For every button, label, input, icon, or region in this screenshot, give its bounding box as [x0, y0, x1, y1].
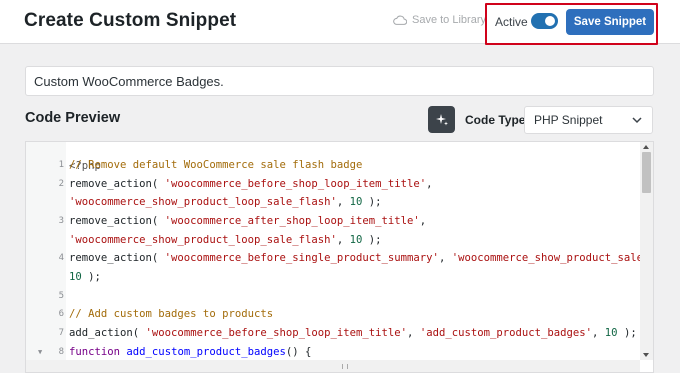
code-text: // Remove default WooCommerce sale flash… [69, 157, 362, 173]
code-token: // Remove default WooCommerce sale flash… [69, 159, 363, 171]
code-token: () { [285, 345, 312, 358]
code-text: // Add custom badges to products [69, 306, 273, 322]
code-text: 10 ); [69, 269, 101, 285]
code-token: ); [362, 196, 382, 209]
line-number: 6 [58, 309, 64, 320]
code-token: ); [617, 326, 637, 339]
line-number: 7 [58, 327, 64, 338]
code-token: 'woocommerce_show_product_loop_sale_flas… [69, 233, 337, 246]
code-line: 3 remove_action( 'woocommerce_after_shop_… [26, 213, 640, 229]
code-token: add_custom_product_badges [126, 345, 286, 358]
code-text: remove_action( 'woocommerce_before_shop_… [69, 176, 433, 192]
ai-generate-button[interactable] [428, 106, 455, 133]
code-line: 2 remove_action( 'woocommerce_before_shop… [26, 176, 640, 192]
code-text: remove_action( 'woocommerce_after_shop_l… [69, 213, 426, 229]
active-toggle[interactable] [531, 13, 558, 29]
code-token: 'woocommerce_before_shop_loop_item_title… [164, 177, 427, 190]
save-to-library-label: Save to Library [412, 14, 486, 26]
snippet-title-input[interactable]: Custom WooCommerce Badges. [25, 66, 654, 96]
cloud-icon [393, 15, 407, 25]
code-token: 10 [69, 270, 82, 283]
scroll-up-arrow[interactable] [643, 145, 649, 149]
vertical-scrollbar[interactable] [640, 142, 653, 360]
code-token: 'woocommerce_before_shop_loop_item_title… [145, 326, 408, 339]
code-token: , [438, 252, 452, 265]
code-token: remove_action( [69, 214, 165, 227]
line-number: 8 [58, 346, 64, 357]
code-token: , [426, 177, 433, 190]
code-type-select[interactable]: PHP Snippet [524, 106, 653, 134]
save-snippet-button[interactable]: Save Snippet [566, 9, 654, 35]
code-type-label: Code Type [465, 113, 526, 127]
code-token: 10 [349, 196, 363, 209]
code-token: 'woocommerce_show_product_loop_sale_flas… [69, 196, 337, 209]
code-token: ); [81, 270, 101, 283]
sparkle-icon [435, 113, 448, 125]
code-token: 'woocommerce_before_single_product_summa… [164, 252, 439, 265]
code-line: ▼ 8 function add_custom_product_badges() { [26, 344, 640, 360]
code-token: 'woocommerce_show_product_sale_flash' [451, 252, 654, 265]
code-line: 1 // Remove default WooCommerce sale flas… [26, 157, 640, 173]
save-to-library-button[interactable]: Save to Library [393, 14, 486, 26]
code-token: , [407, 326, 420, 339]
code-line: 7 add_action( 'woocommerce_before_shop_lo… [26, 325, 640, 341]
code-type-value: PHP Snippet [534, 113, 603, 127]
code-text: add_action( 'woocommerce_before_shop_loo… [69, 325, 637, 341]
code-token: 10 [604, 326, 618, 339]
code-text: function add_custom_product_badges() { [69, 344, 311, 360]
chevron-down-icon [632, 117, 642, 124]
line-number: 3 [58, 215, 64, 226]
toggle-knob [545, 16, 555, 26]
editor-resize-handle[interactable] [26, 360, 640, 372]
code-line: 5 [26, 288, 640, 304]
code-text: remove_action( 'woocommerce_before_singl… [69, 250, 654, 266]
code-line: 'woocommerce_show_product_loop_sale_flas… [26, 232, 640, 248]
line-number: 5 [58, 290, 64, 301]
code-token: remove_action( [69, 177, 165, 190]
code-token: , [419, 214, 427, 227]
active-label: Active [495, 15, 528, 29]
code-token: 'add_custom_product_badges' [419, 326, 593, 339]
resize-grip-icon [342, 364, 348, 369]
code-token: add_action( [69, 326, 146, 339]
code-line: 'woocommerce_show_product_loop_sale_flas… [26, 194, 640, 210]
page-title: Create Custom Snippet [24, 10, 237, 31]
code-line: 4 remove_action( 'woocommerce_before_sing… [26, 250, 653, 266]
code-token: , [336, 196, 350, 209]
php-open-tag-line: <?php [26, 142, 640, 172]
code-token: remove_action( [69, 252, 165, 265]
code-token: , [336, 233, 350, 246]
scroll-down-arrow[interactable] [643, 353, 649, 357]
code-token: 'woocommerce_after_shop_loop_item_title' [164, 214, 420, 227]
code-token: 10 [349, 233, 363, 246]
code-token: // Add custom badges to products [69, 308, 274, 321]
code-editor[interactable]: <?php 1 // Remove default WooCommerce sal… [25, 141, 654, 373]
code-token: , [592, 326, 605, 339]
code-line: 6 // Add custom badges to products [26, 306, 640, 322]
code-text: 'woocommerce_show_product_loop_sale_flas… [69, 194, 382, 210]
code-preview-title: Code Preview [25, 110, 121, 126]
code-text: 'woocommerce_show_product_loop_sale_flas… [69, 232, 382, 248]
line-number: 1 [58, 160, 64, 170]
code-token: ); [362, 233, 382, 246]
top-bar: Create Custom Snippet Save to Library Ac… [0, 0, 680, 45]
code-line: 10 ); [26, 269, 640, 285]
scroll-thumb[interactable] [642, 152, 651, 193]
line-number: 2 [58, 178, 64, 189]
line-number: 4 [58, 253, 64, 264]
code-token: function [69, 345, 121, 358]
